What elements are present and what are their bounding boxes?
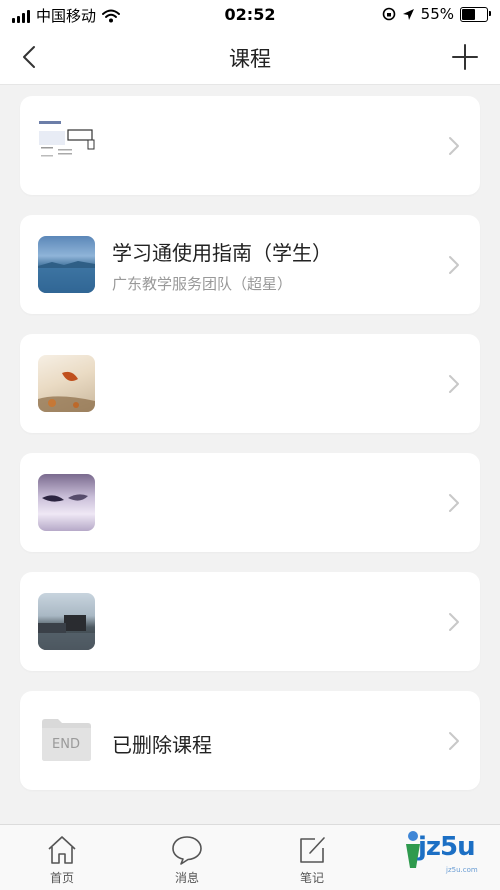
course-card-1[interactable] xyxy=(20,96,480,195)
course-card-3[interactable] xyxy=(20,334,480,433)
tab-home[interactable]: 首页 xyxy=(22,833,102,886)
nav-bar: 课程 xyxy=(0,30,500,85)
note-icon xyxy=(300,837,325,863)
tab-messages[interactable]: 消息 xyxy=(147,833,227,886)
location-icon xyxy=(402,8,414,20)
battery-fill xyxy=(462,8,476,20)
battery-icon xyxy=(460,6,491,22)
tab-home-label: 首页 xyxy=(49,871,74,885)
plus-icon[interactable] xyxy=(450,42,480,72)
purple-thumbnail xyxy=(38,474,95,531)
tab-messages-label: 消息 xyxy=(174,871,199,885)
watermark-text: jz5u xyxy=(418,832,476,862)
deleted-courses-title: 已删除课程 xyxy=(112,733,212,757)
tab-bar: 首页 消息 笔记 jz5u jz5u.com xyxy=(0,824,500,890)
tab-notes-label: 笔记 xyxy=(299,871,324,885)
page-title: 课程 xyxy=(229,47,271,71)
course-subtitle: 广东教学服务团队（超星） xyxy=(112,275,293,293)
course-card-2[interactable]: 学习通使用指南（学生） 广东教学服务团队（超星） xyxy=(20,215,480,314)
leaf-thumbnail xyxy=(38,355,95,412)
chevron-right-icon xyxy=(449,613,459,631)
rotation-lock-icon xyxy=(382,7,395,21)
course-title: 学习通使用指南（学生） xyxy=(112,241,332,265)
tab-notes[interactable]: 笔记 xyxy=(272,833,352,886)
chevron-right-icon xyxy=(449,494,459,512)
document-thumbnail xyxy=(38,117,95,174)
status-bar: 中国移动 02:52 55% xyxy=(0,0,500,30)
battery-percent: 55% xyxy=(420,5,454,23)
chevron-right-icon xyxy=(449,256,459,274)
course-card-5[interactable] xyxy=(20,572,480,671)
chevron-right-icon xyxy=(449,732,459,750)
status-right: 55% xyxy=(382,5,491,23)
watermark-logo: jz5u jz5u.com xyxy=(400,824,490,884)
chevron-right-icon xyxy=(449,137,459,155)
course-card-4[interactable] xyxy=(20,453,480,552)
lake-thumbnail xyxy=(38,236,95,293)
watermark-sub: jz5u.com xyxy=(446,866,478,874)
home-icon xyxy=(48,836,76,864)
building-thumbnail xyxy=(38,593,95,650)
course-list: 学习通使用指南（学生） 广东教学服务团队（超星） END 已删除课程 xyxy=(20,96,480,810)
message-icon xyxy=(172,836,202,865)
chevron-right-icon xyxy=(449,375,459,393)
deleted-courses-card[interactable]: END 已删除课程 xyxy=(20,691,480,790)
folder-label: END xyxy=(52,737,80,752)
